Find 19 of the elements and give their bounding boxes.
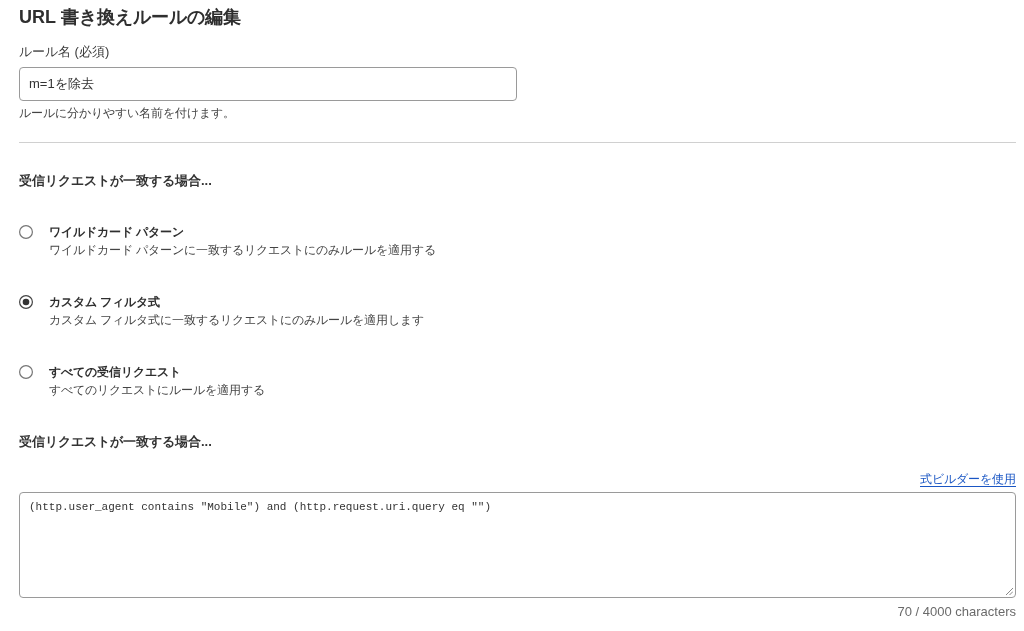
- option-title[interactable]: ワイルドカード パターン: [49, 223, 185, 241]
- option-title[interactable]: カスタム フィルタ式: [49, 293, 161, 311]
- option-description: ワイルドカード パターンに一致するリクエストにのみルールを適用する: [49, 242, 437, 259]
- section-heading: 受信リクエストが一致する場合...: [19, 172, 212, 190]
- radio-selected-icon[interactable]: [19, 295, 33, 309]
- page-title: URL 書き換えルールの編集: [19, 6, 241, 28]
- option-description: カスタム フィルタ式に一致するリクエストにのみルールを適用します: [49, 312, 425, 329]
- resize-grip-icon[interactable]: [1006, 588, 1013, 595]
- radio-icon[interactable]: [19, 365, 33, 379]
- field-label: ルール名 (必須): [19, 43, 110, 61]
- section-heading: 受信リクエストが一致する場合...: [19, 433, 212, 451]
- help-text: ルールに分かりやすい名前を付けます。: [19, 105, 235, 121]
- option-description: すべてのリクエストにルールを適用する: [49, 382, 265, 399]
- option-title[interactable]: すべての受信リクエスト: [49, 363, 181, 381]
- character-counter: 70 / 4000 characters: [897, 604, 1016, 620]
- rule-name-field[interactable]: m=1を除去: [19, 67, 517, 101]
- radio-icon[interactable]: [19, 225, 33, 239]
- expression-builder-link[interactable]: 式ビルダーを使用: [920, 470, 1016, 488]
- expression-field[interactable]: (http.user_agent contains "Mobile") and (http.request.uri.query eq ""): [19, 492, 1016, 598]
